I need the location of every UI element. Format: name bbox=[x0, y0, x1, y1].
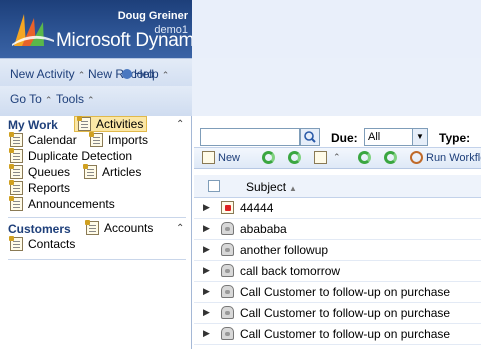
tools-menu[interactable]: Tools ⌃ bbox=[56, 92, 95, 106]
due-select[interactable]: All ▼ bbox=[364, 128, 428, 146]
expand-icon[interactable]: ▶ bbox=[203, 202, 210, 213]
phone-icon bbox=[221, 306, 234, 319]
sort-ascending-icon: ▲ bbox=[289, 184, 297, 193]
articles-icon bbox=[83, 164, 97, 179]
search-icon bbox=[304, 131, 316, 143]
type-label: Type: bbox=[439, 131, 471, 145]
main-content: Due: All▼ Type: New ⌃ Run Workflow Subje… bbox=[194, 116, 481, 349]
refresh-icon bbox=[384, 151, 397, 164]
help-icon bbox=[122, 69, 132, 79]
refresh-button-4[interactable] bbox=[384, 151, 397, 164]
menu-bar-2: Go To ⌃ Tools ⌃ bbox=[0, 86, 192, 116]
collapse-icon[interactable]: ⌃ bbox=[176, 119, 184, 130]
duplicate-detection-icon bbox=[9, 148, 23, 163]
brand-title: Microsoft Dynamics bbox=[56, 30, 192, 51]
nav-item-activities[interactable]: Activities bbox=[74, 116, 148, 132]
expand-icon[interactable]: ▶ bbox=[203, 307, 210, 318]
row-subject: call back tomorrow bbox=[240, 264, 341, 278]
nav-item-announcements[interactable]: Announcements bbox=[9, 196, 115, 211]
refresh-button[interactable] bbox=[262, 151, 275, 164]
accounts-icon bbox=[85, 220, 99, 235]
run-workflow-button[interactable]: Run Workflow bbox=[410, 151, 481, 164]
my-work-title: My Work bbox=[8, 118, 58, 132]
queues-icon bbox=[9, 164, 23, 179]
phone-icon bbox=[221, 327, 234, 340]
refresh-icon bbox=[358, 151, 371, 164]
table-row[interactable]: ▶ another followup bbox=[194, 240, 481, 261]
nav-item-reports[interactable]: Reports bbox=[9, 180, 70, 195]
expand-icon[interactable]: ▶ bbox=[203, 265, 210, 276]
logo-area: Doug Greiner demo1 Microsoft Dynamics bbox=[0, 0, 192, 58]
chevron-icon: ⌃ bbox=[44, 95, 53, 105]
collapse-icon[interactable]: ⌃ bbox=[176, 223, 184, 234]
customers-title: Customers bbox=[8, 222, 71, 236]
expand-icon[interactable]: ▶ bbox=[203, 244, 210, 255]
workflow-icon bbox=[410, 151, 423, 164]
phone-icon bbox=[221, 222, 234, 235]
nav-item-articles[interactable]: Articles bbox=[83, 164, 141, 179]
actions-icon bbox=[314, 151, 327, 164]
expand-icon[interactable]: ▶ bbox=[203, 286, 210, 297]
due-label: Due: bbox=[331, 131, 358, 145]
select-all-checkbox[interactable] bbox=[208, 180, 220, 192]
chevron-down-icon: ▼ bbox=[412, 129, 427, 145]
refresh-icon bbox=[262, 151, 275, 164]
calendar-icon bbox=[9, 132, 23, 147]
reports-icon bbox=[9, 180, 23, 195]
imports-icon bbox=[89, 132, 103, 147]
search-input[interactable] bbox=[200, 128, 300, 146]
more-actions-button[interactable]: ⌃ bbox=[314, 151, 341, 164]
row-subject: Call Customer to follow-up on purchase bbox=[240, 327, 451, 341]
header-right-area bbox=[192, 58, 481, 116]
activities-icon bbox=[77, 116, 91, 131]
dynamics-logo-icon bbox=[12, 14, 54, 46]
table-row[interactable]: ▶ 44444 bbox=[194, 198, 481, 219]
chevron-icon: ⌃ bbox=[87, 95, 95, 105]
row-subject: Call Customer to follow-up on purchase bbox=[240, 306, 451, 320]
table-row[interactable]: ▶ Call Customer to follow-up on purchase bbox=[194, 324, 481, 345]
row-subject: abababa bbox=[240, 222, 287, 236]
nav-item-calendar[interactable]: Calendar bbox=[9, 132, 77, 147]
nav-item-accounts[interactable]: Accounts bbox=[85, 220, 153, 235]
task-icon bbox=[221, 201, 234, 214]
expand-icon[interactable]: ▶ bbox=[203, 328, 210, 339]
refresh-button-2[interactable] bbox=[288, 151, 301, 164]
new-activity-menu[interactable]: New Activity ⌃ bbox=[10, 67, 85, 81]
grid-header: Subject ▲ bbox=[194, 175, 481, 198]
nav-item-queues[interactable]: Queues bbox=[9, 164, 70, 179]
table-row[interactable]: ▶ call back tomorrow bbox=[194, 261, 481, 282]
table-row[interactable]: ▶ Call Customer to follow-up on purchase bbox=[194, 303, 481, 324]
header: Doug Greiner demo1 Microsoft Dynamics bbox=[0, 0, 481, 58]
table-row[interactable]: ▶ Call Customer to follow-up on purchase bbox=[194, 282, 481, 303]
user-name: Doug Greiner bbox=[117, 10, 188, 22]
navigation-pane: My Work ⌃ Activities Calendar Imports Du… bbox=[0, 116, 192, 349]
nav-item-duplicate-detection[interactable]: Duplicate Detection bbox=[9, 148, 132, 163]
search-button[interactable] bbox=[300, 128, 320, 146]
announcements-icon bbox=[9, 196, 23, 211]
phone-icon bbox=[221, 264, 234, 277]
new-button[interactable]: New bbox=[202, 151, 240, 164]
table-row[interactable]: ▶ abababa bbox=[194, 219, 481, 240]
chevron-icon: ⌃ bbox=[77, 70, 86, 80]
row-subject: 44444 bbox=[240, 201, 274, 215]
expand-icon[interactable]: ▶ bbox=[203, 223, 210, 234]
divider bbox=[8, 259, 186, 260]
new-activity-icon bbox=[202, 151, 215, 164]
chevron-icon: ⌃ bbox=[161, 70, 170, 80]
row-subject: Call Customer to follow-up on purchase bbox=[240, 285, 451, 299]
divider bbox=[8, 217, 186, 218]
contacts-icon bbox=[9, 236, 23, 251]
phone-icon bbox=[221, 243, 234, 256]
row-subject: another followup bbox=[240, 243, 329, 257]
nav-item-contacts[interactable]: Contacts bbox=[9, 236, 75, 251]
help-menu[interactable]: Help ⌃ bbox=[122, 67, 169, 81]
phone-icon bbox=[221, 285, 234, 298]
grid-toolbar: New ⌃ Run Workflow bbox=[194, 147, 481, 169]
go-to-menu[interactable]: Go To ⌃ bbox=[10, 92, 52, 106]
refresh-icon bbox=[288, 151, 301, 164]
chevron-icon: ⌃ bbox=[333, 152, 341, 162]
column-header-subject[interactable]: Subject ▲ bbox=[246, 180, 297, 194]
refresh-button-3[interactable] bbox=[358, 151, 371, 164]
nav-item-imports[interactable]: Imports bbox=[89, 132, 148, 147]
